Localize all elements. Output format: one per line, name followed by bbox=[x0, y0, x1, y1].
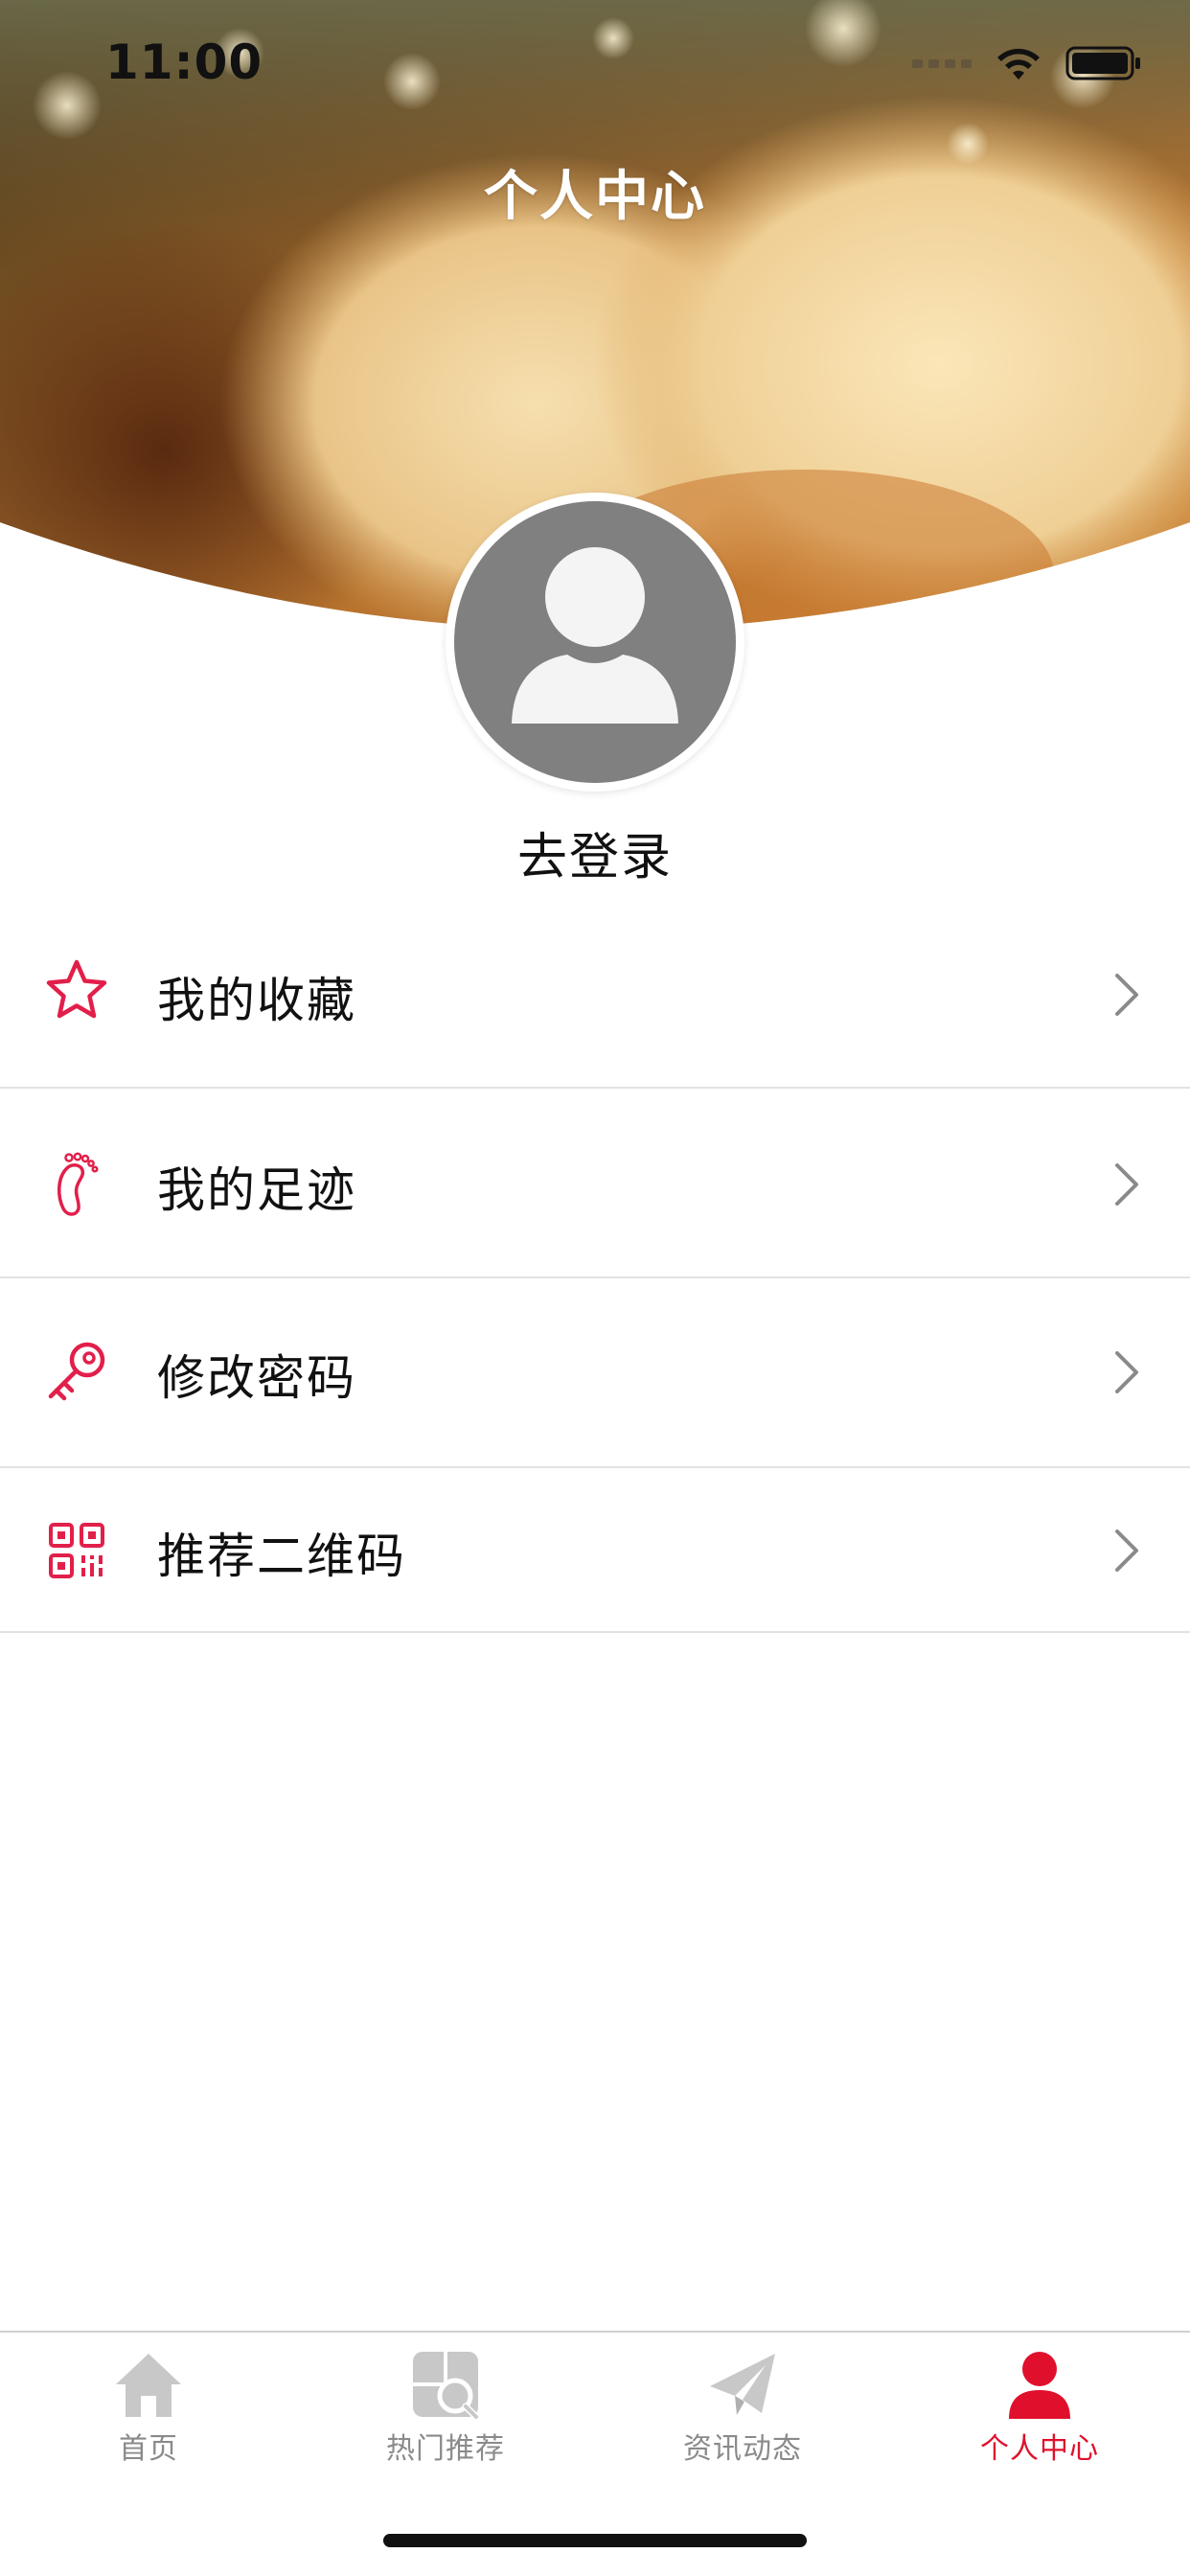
qrcode-icon bbox=[42, 1516, 111, 1585]
menu-item-label: 推荐二维码 bbox=[157, 1529, 406, 1584]
default-avatar-icon bbox=[454, 501, 736, 783]
tab-home[interactable]: 首页 bbox=[0, 2333, 297, 2486]
key-icon bbox=[42, 1338, 111, 1407]
tab-label: 热门推荐 bbox=[386, 2432, 505, 2466]
chevron-right-icon bbox=[1115, 1530, 1138, 1572]
person-icon bbox=[1009, 2352, 1070, 2419]
tab-profile[interactable]: 个人中心 bbox=[891, 2333, 1188, 2486]
status-bar-time: 11:00 bbox=[105, 34, 263, 90]
battery-icon bbox=[1065, 46, 1140, 80]
tab-label: 资讯动态 bbox=[683, 2432, 802, 2466]
tab-label: 首页 bbox=[119, 2432, 178, 2466]
chevron-right-icon bbox=[1115, 974, 1138, 1016]
avatar[interactable] bbox=[446, 493, 744, 792]
menu-item-favorites[interactable]: 我的收藏 bbox=[0, 901, 1190, 1089]
home-indicator[interactable] bbox=[383, 2534, 807, 2547]
chevron-right-icon bbox=[1115, 1163, 1138, 1206]
paper-plane-icon bbox=[710, 2354, 775, 2415]
tab-news[interactable]: 资讯动态 bbox=[594, 2333, 891, 2486]
tab-label: 个人中心 bbox=[980, 2432, 1099, 2466]
page-title: 个人中心 bbox=[484, 166, 706, 228]
menu-item-change-password[interactable]: 修改密码 bbox=[0, 1278, 1190, 1468]
menu-item-label: 修改密码 bbox=[157, 1350, 356, 1406]
status-bar-icons bbox=[912, 42, 1142, 84]
star-icon bbox=[42, 956, 111, 1025]
chevron-right-icon bbox=[1115, 1351, 1138, 1393]
profile-page: 11:00 个人中心 去登录 我的收藏 我的足迹 修改密码 推荐二维码 首页 热… bbox=[0, 0, 1190, 2576]
footprint-icon bbox=[42, 1150, 111, 1219]
login-link[interactable]: 去登录 bbox=[0, 816, 1190, 888]
menu-item-label: 我的足迹 bbox=[157, 1162, 356, 1218]
hot-search-icon bbox=[413, 2352, 480, 2419]
cellular-signal-icon bbox=[912, 58, 972, 68]
home-icon bbox=[116, 2354, 181, 2417]
menu-item-recommend-qrcode[interactable]: 推荐二维码 bbox=[0, 1468, 1190, 1633]
wifi-icon bbox=[997, 48, 1040, 80]
tab-hot-recommend[interactable]: 热门推荐 bbox=[297, 2333, 594, 2486]
menu-item-label: 我的收藏 bbox=[157, 973, 356, 1028]
menu-item-footprints[interactable]: 我的足迹 bbox=[0, 1089, 1190, 1278]
profile-menu: 我的收藏 我的足迹 修改密码 推荐二维码 bbox=[0, 901, 1190, 1633]
